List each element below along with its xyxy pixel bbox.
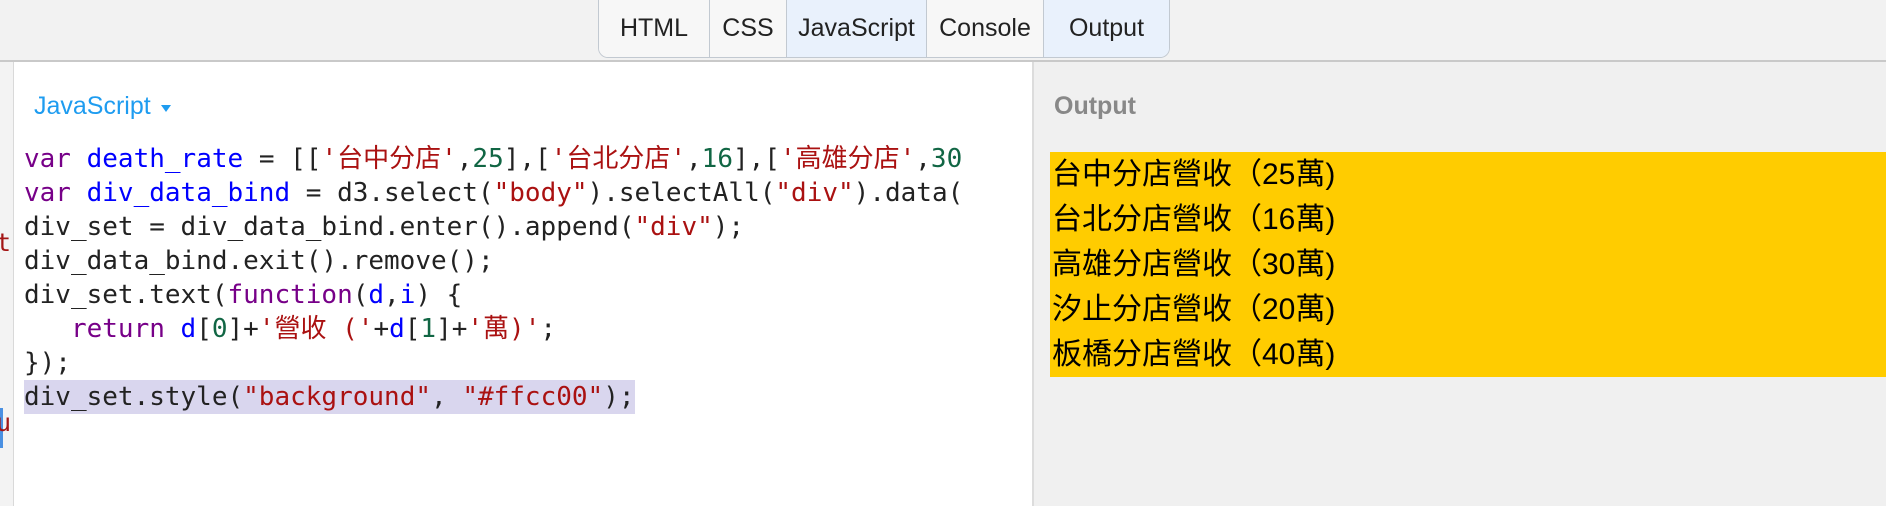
output-item: 板橋分店營收（40萬): [1050, 332, 1886, 377]
output-item: 台中分店營收（25萬): [1050, 152, 1886, 197]
code-token: 1: [420, 314, 437, 344]
code-token: = d3.select(: [290, 178, 494, 208]
language-label: JavaScript: [34, 92, 151, 120]
code-token: death_rate: [86, 144, 244, 174]
code-token: );: [603, 382, 635, 412]
output-panel: Output 台中分店營收（25萬) 台北分店營收（16萬) 高雄分店營收（30萬)…: [1034, 62, 1886, 506]
code-token: (: [352, 280, 369, 310]
app-window: HTML CSS JavaScript Console Output t u J…: [0, 0, 1886, 506]
code-line[interactable]: return d[0]+'營收 ('+d[1]+'萬)';: [24, 312, 963, 346]
code-token: 25: [472, 144, 504, 174]
code-token: = [[: [243, 144, 322, 174]
code-token: ,: [686, 144, 702, 174]
code-line[interactable]: div_set.style("background", "#ffcc00");: [24, 380, 635, 414]
code-token: ]+: [436, 314, 468, 344]
code-token: var: [24, 144, 87, 174]
code-editor[interactable]: var death_rate = [['台中分店',25],['台北分店',16…: [24, 142, 963, 414]
code-token: ).selectAll(: [587, 178, 776, 208]
code-token: ,: [915, 144, 931, 174]
code-token: '營收 (': [258, 314, 374, 344]
tab-css[interactable]: CSS: [710, 0, 787, 57]
caret-down-icon: [160, 105, 171, 112]
language-selector[interactable]: JavaScript: [34, 92, 171, 121]
code-token: div_set.style(: [24, 382, 244, 412]
tab-output[interactable]: Output: [1044, 0, 1169, 57]
code-token: '台中分店': [321, 144, 457, 174]
code-token: i: [399, 280, 416, 310]
panel-toolbar: HTML CSS JavaScript Console Output: [0, 0, 1886, 62]
code-line[interactable]: var death_rate = [['台中分店',25],['台北分店',16…: [24, 142, 963, 176]
code-token: 30: [930, 144, 963, 174]
code-token: d: [180, 314, 197, 344]
code-token: );: [712, 212, 745, 242]
code-token: d: [389, 314, 405, 344]
code-token: '台北分店': [550, 144, 687, 174]
code-token: "background": [243, 382, 431, 412]
code-token: ],[: [732, 144, 780, 174]
javascript-editor-panel[interactable]: JavaScript var death_rate = [['台中分店',25]…: [14, 62, 1034, 506]
gutter-fragment: u: [0, 408, 11, 437]
code-token: ,: [384, 280, 400, 310]
editor-gutter: t u: [0, 62, 14, 506]
output-item: 汐止分店營收（20萬): [1050, 287, 1886, 332]
code-token: "body": [493, 178, 588, 208]
code-line[interactable]: div_set.text(function(d,i) {: [24, 278, 963, 312]
code-token: +: [373, 314, 390, 344]
code-line[interactable]: div_set = div_data_bind.enter().append("…: [24, 210, 963, 244]
code-token: ) {: [415, 280, 463, 310]
output-list: 台中分店營收（25萬) 台北分店營收（16萬) 高雄分店營收（30萬) 汐止分店營收（…: [1050, 152, 1886, 377]
code-token: d: [368, 280, 385, 310]
code-token: });: [24, 348, 71, 378]
code-token: div_data_bind: [86, 178, 291, 208]
code-token: div_data_bind.exit().remove();: [24, 246, 494, 276]
code-token: [: [196, 314, 212, 344]
code-token: ).data(: [853, 178, 964, 208]
code-token: '高雄分店': [779, 144, 916, 174]
code-token: div_set = div_data_bind.enter().append(: [24, 212, 635, 242]
code-token: '萬)': [467, 314, 541, 344]
code-token: ,: [456, 144, 473, 174]
output-item: 台北分店營收（16萬): [1050, 197, 1886, 242]
code-token: ;: [540, 314, 557, 344]
code-token: return: [70, 314, 181, 344]
code-token: ]+: [227, 314, 259, 344]
code-line[interactable]: div_data_bind.exit().remove();: [24, 244, 963, 278]
code-token: [: [404, 314, 421, 344]
code-token: var: [24, 178, 87, 208]
code-token: function: [227, 280, 353, 310]
code-token: ,: [431, 382, 463, 412]
code-token: "div": [775, 178, 854, 208]
code-line[interactable]: });: [24, 346, 963, 380]
gutter-fragment: t: [0, 228, 11, 257]
code-token: div_set.text(: [24, 280, 228, 310]
output-item: 高雄分店營收（30萬): [1050, 242, 1886, 287]
tab-html[interactable]: HTML: [599, 0, 710, 57]
code-token: "#ffcc00": [462, 382, 604, 412]
code-line[interactable]: var div_data_bind = d3.select("body").se…: [24, 176, 963, 210]
tab-javascript[interactable]: JavaScript: [787, 0, 927, 57]
output-panel-title: Output: [1054, 92, 1136, 120]
code-token: 0: [211, 314, 228, 344]
code-token: ],[: [503, 144, 551, 174]
tab-console[interactable]: Console: [927, 0, 1044, 57]
code-token: 16: [701, 144, 733, 174]
code-token: "div": [634, 212, 713, 242]
panel-tabs: HTML CSS JavaScript Console Output: [598, 0, 1170, 58]
